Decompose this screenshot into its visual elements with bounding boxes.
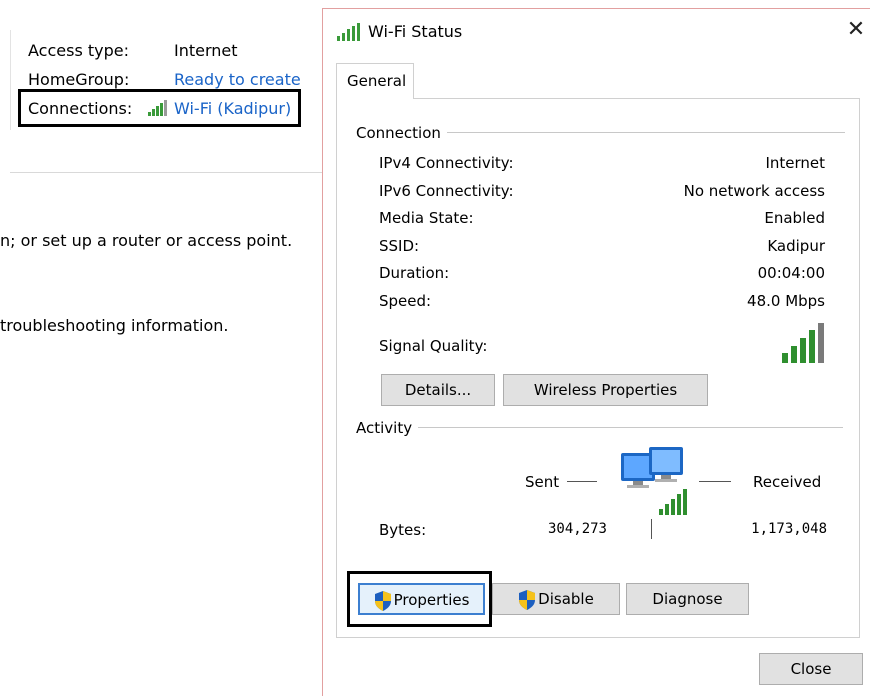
wireless-properties-button[interactable]: Wireless Properties [503, 374, 708, 406]
bytes-label: Bytes: [379, 521, 427, 539]
ssid-label: SSID: [379, 237, 420, 255]
troubleshoot-text: troubleshooting information. [0, 316, 229, 335]
duration-value: 00:04:00 [757, 264, 825, 282]
received-bytes-value: 1,173,048 [751, 521, 827, 537]
properties-button-label: Properties [393, 591, 470, 609]
access-type-value: Internet [174, 41, 238, 60]
ipv6-label: IPv6 Connectivity: [379, 182, 514, 200]
homegroup-link[interactable]: Ready to create [174, 70, 301, 89]
uac-shield-icon [374, 590, 392, 611]
speed-value: 48.0 Mbps [747, 292, 825, 310]
ssid-value: Kadipur [767, 237, 825, 255]
connection-group-label: Connection [356, 124, 447, 142]
diagnose-button[interactable]: Diagnose [626, 583, 749, 615]
activity-group-line [357, 427, 843, 428]
received-line [699, 481, 731, 482]
details-button[interactable]: Details... [381, 374, 495, 406]
dialog-title: Wi-Fi Status [368, 22, 463, 41]
access-type-label: Access type: [28, 41, 129, 60]
router-setup-text: n; or set up a router or access point. [0, 231, 293, 250]
section-divider [10, 172, 322, 173]
sent-label: Sent [525, 473, 560, 491]
wifi-status-dialog: Wi-Fi Status ✕ General Connection IPv4 C… [322, 8, 870, 696]
speed-label: Speed: [379, 292, 432, 310]
homegroup-label: HomeGroup: [28, 70, 130, 89]
uac-shield-icon [518, 589, 536, 610]
ipv4-label: IPv4 Connectivity: [379, 154, 514, 172]
tab-general[interactable]: General [336, 63, 414, 99]
disable-button-label: Disable [538, 590, 594, 608]
duration-label: Duration: [379, 264, 450, 282]
activity-separator [651, 519, 652, 539]
disable-button[interactable]: Disable [492, 583, 620, 615]
signal-quality-label: Signal Quality: [379, 337, 488, 355]
activity-group-label: Activity [356, 419, 419, 437]
sent-bytes-value: 304,273 [547, 521, 607, 537]
close-icon[interactable]: ✕ [843, 17, 869, 43]
signal-quality-bars-icon [782, 323, 824, 363]
media-state-value: Enabled [764, 209, 825, 227]
media-state-label: Media State: [379, 209, 474, 227]
network-computers-icon [621, 447, 687, 515]
general-tab-panel: Connection IPv4 Connectivity: Internet I… [336, 98, 860, 638]
received-label: Received [753, 473, 822, 491]
ipv6-value: No network access [683, 182, 825, 200]
connections-highlight-box [18, 89, 301, 127]
close-button[interactable]: Close [759, 653, 863, 685]
ipv4-value: Internet [765, 154, 825, 172]
properties-button[interactable]: Properties [358, 583, 485, 615]
wifi-signal-title-icon [337, 23, 360, 41]
sent-line [567, 481, 597, 482]
